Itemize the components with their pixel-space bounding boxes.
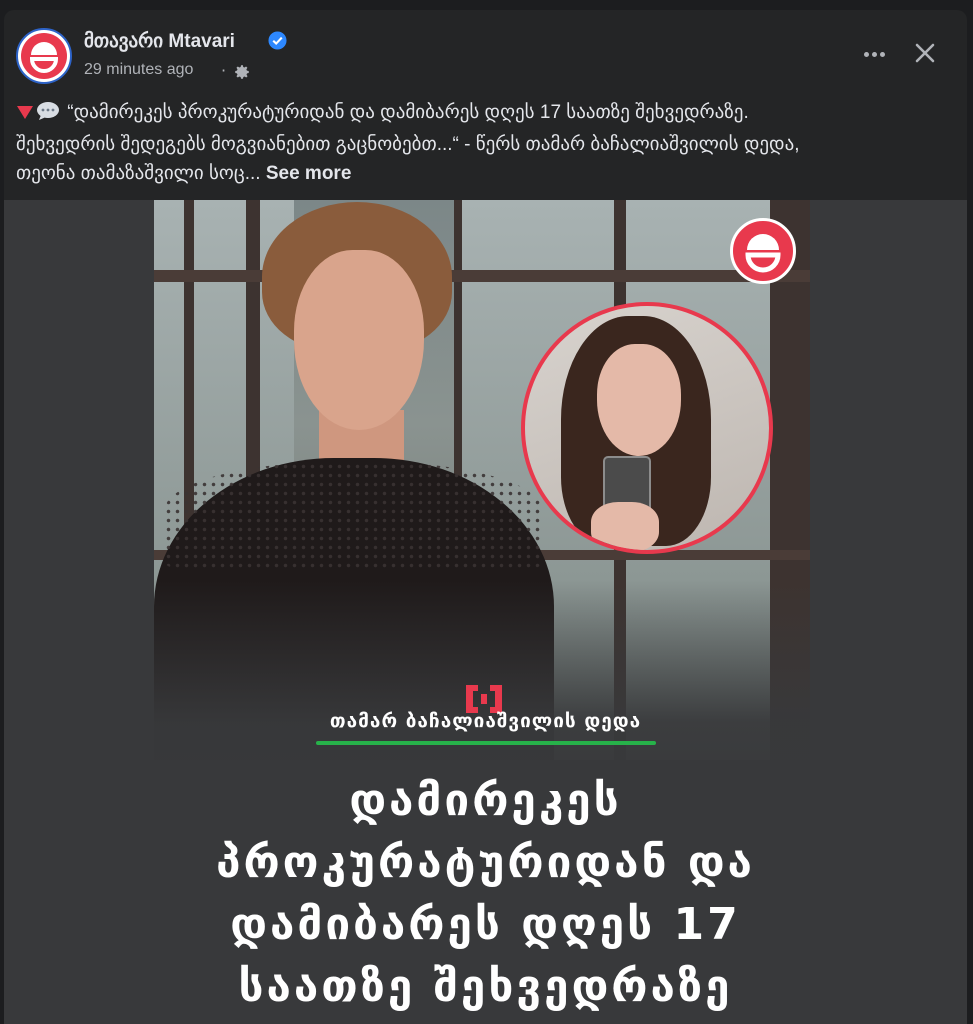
close-icon[interactable]	[908, 36, 942, 70]
separator-dot: ·	[221, 61, 227, 80]
caption-text: თეონა თამაზაშვილი სოც...	[16, 163, 261, 184]
post-timestamp[interactable]: 29 minutes ago	[84, 61, 193, 79]
caption-text: “დამირეკეს პროკურატურიდან და დამიბარეს დ…	[67, 102, 749, 123]
post-header: მთავარი Mtavari 29 minutes ago ·	[4, 10, 967, 90]
mtavari-watermark-icon	[730, 218, 796, 284]
post-image[interactable]: თამარ ბაჩალიაშვილის დედა დამირეკეს პროკუ…	[4, 200, 967, 1024]
headline-line: დამირეკეს	[349, 775, 622, 826]
speech-bubble-icon	[36, 101, 60, 130]
mtavari-logo-icon	[21, 33, 67, 79]
headline-line: დამიბარეს დღეს 17	[230, 899, 741, 950]
page-avatar[interactable]	[16, 28, 72, 84]
caption-line-2: შეხვედრის შედეგებს მოგვიანებით გაცნობებთ…	[16, 134, 800, 155]
verified-badge-icon	[268, 31, 287, 54]
caption-line-1: “დამირეკეს პროკურატურიდან და დამიბარეს დ…	[16, 98, 946, 130]
accent-underline	[316, 741, 656, 745]
more-options-icon[interactable]	[856, 40, 892, 68]
headline: დამირეკეს პროკურატურიდან და დამიბარეს დღ…	[4, 770, 967, 1018]
inset-portrait	[521, 302, 773, 554]
page-name-link[interactable]: მთავარი Mtavari	[84, 30, 235, 53]
post-card: მთავარი Mtavari 29 minutes ago · “დამირე…	[4, 10, 967, 1024]
see-more-link[interactable]: See more	[266, 163, 352, 184]
post-caption: “დამირეკეს პროკურატურიდან და დამიბარეს დ…	[16, 98, 946, 188]
gear-icon[interactable]	[233, 63, 251, 85]
red-triangle-icon	[16, 101, 34, 130]
headline-line: პროკურატურიდან და	[216, 837, 755, 888]
speaker-label: თამარ ბაჩალიაშვილის დედა	[329, 710, 642, 732]
caption-line-3: თეონა თამაზაშვილი სოც... See more	[16, 159, 946, 188]
headline-line: საათზე შეხვედრაზე	[238, 961, 733, 1012]
